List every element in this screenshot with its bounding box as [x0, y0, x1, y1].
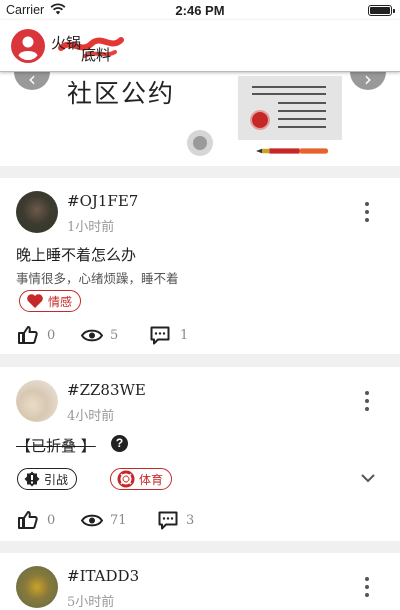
profile-button[interactable] [11, 29, 45, 63]
document-illustration [238, 76, 342, 140]
post-time: 1小时前 [67, 220, 115, 235]
community-rules-banner[interactable]: ‹ › 社区公约 [0, 72, 400, 166]
tag-label: 情感 [48, 294, 73, 309]
tag-chip[interactable]: 引战 [17, 468, 78, 490]
pen-icon [256, 148, 328, 154]
logo-text-line2: 底料 [81, 46, 112, 64]
comment-count: 1 [180, 328, 189, 343]
status-bar: Carrier 2:46 PM [0, 0, 400, 20]
thumbs-up-icon[interactable] [18, 511, 38, 529]
post-title: 晚上睡不着怎么办 [16, 246, 137, 264]
alert-icon [24, 471, 40, 487]
post-user-id: #ZZ83WE [67, 381, 146, 399]
carousel-indicator[interactable] [187, 130, 213, 156]
post-card[interactable]: #ITADD3 5小时前 [0, 553, 400, 610]
banner-prev-button[interactable]: ‹ [14, 72, 50, 91]
user-avatar[interactable] [16, 566, 58, 608]
app-logo: 火锅 底料 [51, 28, 131, 66]
comment-count: 3 [186, 513, 195, 528]
user-avatar[interactable] [16, 380, 58, 422]
thumbs-up-icon[interactable] [18, 326, 38, 344]
logo-text-line1: 火锅 [51, 34, 82, 52]
app-header: 火锅 底料 [0, 20, 400, 72]
user-avatar[interactable] [16, 191, 58, 233]
folded-label: 【已折叠 】 [16, 437, 96, 455]
post-card[interactable]: #ZZ83WE 4小时前 【已折叠 】 ? 引战 体育 0 71 3 [0, 367, 400, 541]
battery-icon [368, 5, 395, 16]
post-time: 5小时前 [67, 595, 115, 610]
chevron-down-icon[interactable] [360, 473, 376, 483]
eye-icon [81, 329, 103, 342]
post-user-id: #ITADD3 [67, 567, 140, 585]
clock-label: 2:46 PM [175, 3, 225, 18]
post-body: 事情很多，心绪烦躁，睡不着 [16, 271, 179, 286]
view-count: 71 [110, 513, 127, 528]
post-card[interactable]: #OJ1FE7 1小时前 晚上睡不着怎么办 事情很多，心绪烦躁，睡不着 情感 0… [0, 178, 400, 354]
tag-chip[interactable]: 情感 [19, 290, 82, 312]
help-icon[interactable]: ? [111, 435, 128, 452]
post-time: 4小时前 [67, 409, 115, 424]
lifebuoy-icon [117, 470, 135, 488]
more-options-icon[interactable] [364, 391, 370, 411]
banner-title: 社区公约 [67, 79, 176, 108]
post-user-id: #OJ1FE7 [67, 192, 139, 210]
view-count: 5 [110, 328, 119, 343]
tag-label: 体育 [139, 472, 164, 487]
tag-label: 引战 [44, 472, 69, 487]
tag-chip[interactable]: 体育 [110, 468, 173, 490]
eye-icon [81, 514, 103, 527]
comment-icon[interactable] [150, 326, 170, 345]
user-icon [18, 36, 38, 61]
comment-icon[interactable] [158, 511, 178, 530]
heart-icon [27, 294, 43, 308]
seal-icon [250, 110, 270, 130]
like-count: 0 [47, 513, 56, 528]
banner-next-button[interactable]: › [350, 72, 386, 91]
more-options-icon[interactable] [364, 202, 370, 222]
more-options-icon[interactable] [364, 577, 370, 597]
like-count: 0 [47, 328, 56, 343]
